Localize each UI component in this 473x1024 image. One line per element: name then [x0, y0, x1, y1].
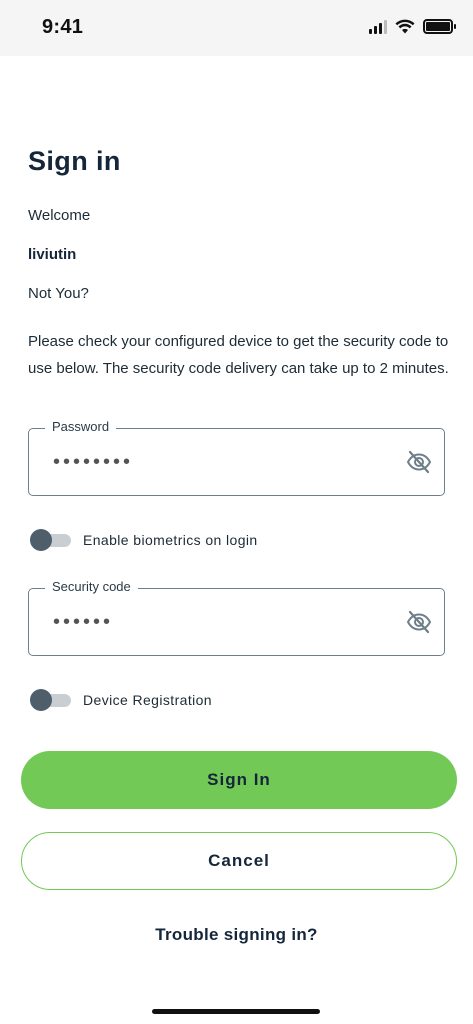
status-bar: 9:41: [0, 0, 473, 56]
password-label: Password: [45, 419, 117, 434]
status-time: 9:41: [42, 16, 84, 38]
page-title: Sign in: [28, 146, 121, 176]
status-icons: [369, 19, 456, 34]
not-you-link[interactable]: Not You?: [28, 285, 89, 302]
username-text: liviutin: [28, 246, 77, 263]
password-field[interactable]: Password ••••••••: [28, 419, 445, 496]
security-code-field[interactable]: Security code ••••••: [28, 579, 445, 656]
biometrics-toggle[interactable]: [30, 529, 72, 551]
sign-in-button[interactable]: Sign In: [21, 751, 457, 809]
password-input[interactable]: ••••••••: [53, 451, 393, 474]
security-code-label: Security code: [45, 579, 138, 594]
device-registration-toggle-row[interactable]: Device Registration: [30, 689, 212, 711]
instructions-text: Please check your configured device to g…: [28, 333, 449, 377]
biometrics-label: Enable biometrics on login: [83, 532, 258, 548]
eye-slash-icon[interactable]: [406, 609, 432, 635]
biometrics-toggle-row[interactable]: Enable biometrics on login: [30, 529, 258, 551]
battery-icon: [423, 19, 456, 34]
signal-icon: [369, 19, 387, 34]
home-indicator: [152, 1009, 320, 1014]
welcome-text: Welcome: [28, 207, 91, 224]
wifi-icon: [395, 19, 415, 34]
security-code-input[interactable]: ••••••: [53, 611, 393, 634]
eye-slash-icon[interactable]: [406, 449, 432, 475]
device-registration-label: Device Registration: [83, 692, 212, 708]
cancel-button[interactable]: Cancel: [21, 832, 457, 890]
trouble-signing-in-link[interactable]: Trouble signing in?: [0, 925, 473, 945]
device-registration-toggle[interactable]: [30, 689, 72, 711]
